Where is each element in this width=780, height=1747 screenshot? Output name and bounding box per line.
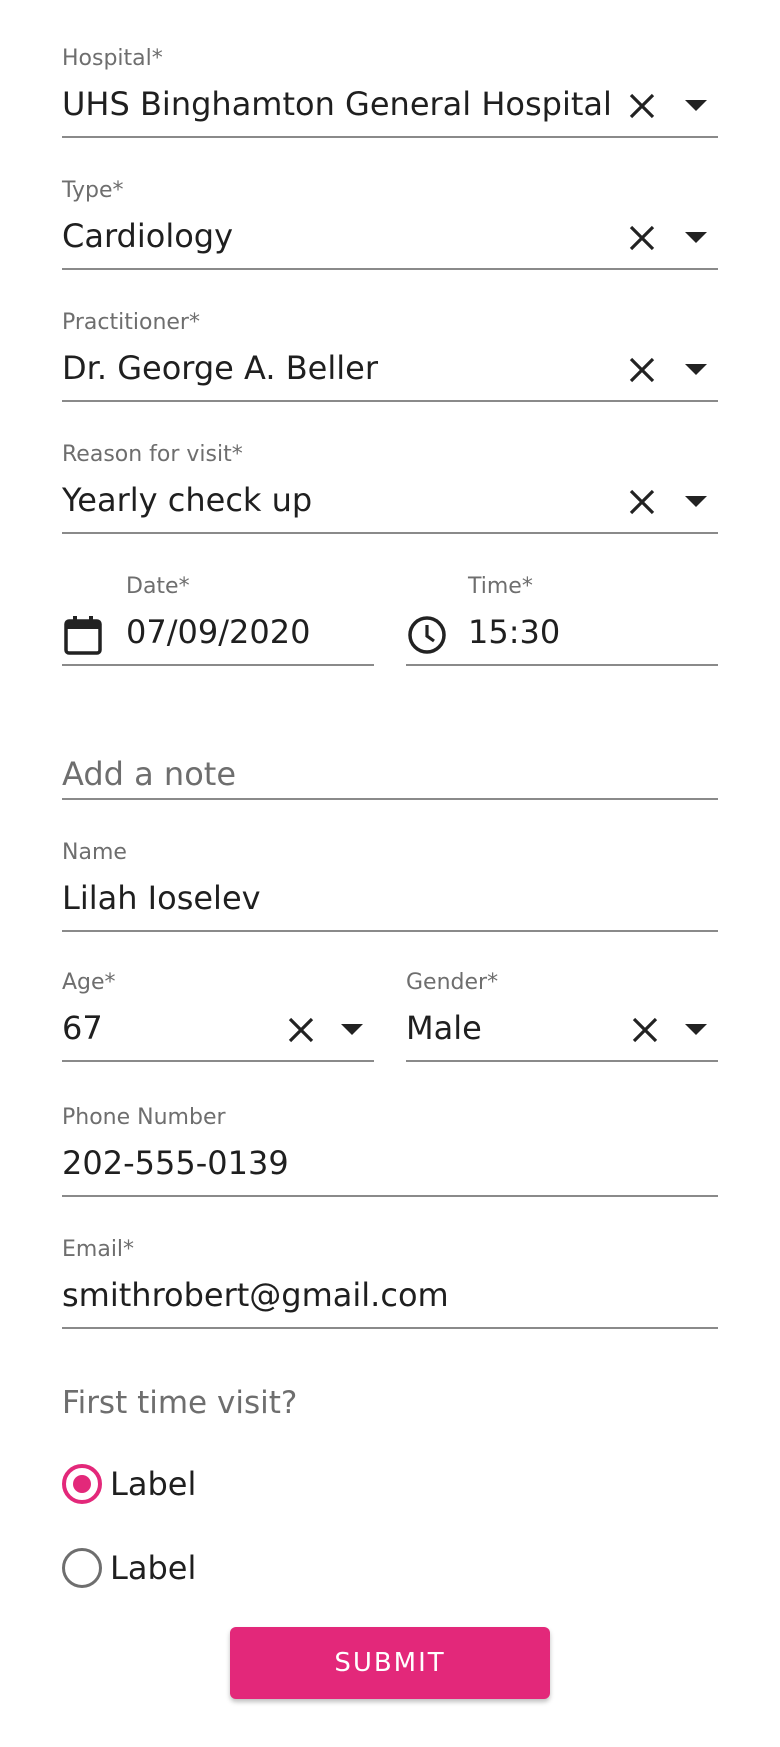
note-input[interactable]: Add a note xyxy=(62,754,718,802)
phone-underline xyxy=(62,1195,718,1197)
time-picker[interactable]: Time* 15:30 xyxy=(406,574,718,670)
age-label: Age* xyxy=(62,970,116,995)
time-underline xyxy=(406,664,718,666)
gender-underline xyxy=(406,1060,718,1062)
date-label: Date* xyxy=(126,574,190,599)
hospital-select[interactable]: Hospital* UHS Binghamton General Hospita… xyxy=(62,46,718,142)
caret-down-icon[interactable] xyxy=(341,1024,363,1035)
reason-underline xyxy=(62,532,718,534)
email-underline xyxy=(62,1327,718,1329)
name-label: Name xyxy=(62,840,127,865)
reason-label: Reason for visit* xyxy=(62,442,243,467)
age-select[interactable]: Age* 67 xyxy=(62,970,374,1066)
email-input[interactable]: Email* smithrobert@gmail.com xyxy=(62,1237,718,1333)
email-label: Email* xyxy=(62,1237,135,1262)
hospital-value: UHS Binghamton General Hospital xyxy=(62,85,612,123)
note-placeholder: Add a note xyxy=(62,755,236,793)
caret-down-icon[interactable] xyxy=(685,364,707,375)
type-select[interactable]: Type* Cardiology xyxy=(62,178,718,274)
practitioner-value: Dr. George A. Beller xyxy=(62,349,378,387)
time-label: Time* xyxy=(468,574,533,599)
radio-option-1-label: Label xyxy=(110,1465,197,1503)
caret-down-icon[interactable] xyxy=(685,232,707,243)
note-underline xyxy=(62,798,718,800)
date-picker[interactable]: Date* 07/09/2020 xyxy=(62,574,374,670)
submit-button[interactable]: SUBMIT xyxy=(230,1627,550,1699)
close-icon[interactable] xyxy=(627,91,657,121)
caret-down-icon[interactable] xyxy=(685,1024,707,1035)
gender-select[interactable]: Gender* Male xyxy=(406,970,718,1066)
age-value: 67 xyxy=(62,1009,103,1047)
hospital-label: Hospital* xyxy=(62,46,163,71)
clock-icon[interactable] xyxy=(406,614,448,656)
calendar-icon[interactable] xyxy=(62,614,104,656)
time-value: 15:30 xyxy=(468,613,561,651)
date-underline xyxy=(62,664,374,666)
close-icon[interactable] xyxy=(627,355,657,385)
caret-down-icon[interactable] xyxy=(685,496,707,507)
first-visit-question: First time visit? xyxy=(62,1385,298,1421)
type-value: Cardiology xyxy=(62,217,234,255)
reason-value: Yearly check up xyxy=(62,481,313,519)
close-icon[interactable] xyxy=(627,223,657,253)
close-icon[interactable] xyxy=(630,1015,660,1045)
phone-value: 202-555-0139 xyxy=(62,1144,289,1182)
radio-unselected-icon[interactable] xyxy=(62,1548,102,1588)
radio-option-2-label: Label xyxy=(110,1549,197,1587)
close-icon[interactable] xyxy=(286,1015,316,1045)
close-icon[interactable] xyxy=(627,487,657,517)
name-value: Lilah Ioselev xyxy=(62,879,261,917)
phone-input[interactable]: Phone Number 202-555-0139 xyxy=(62,1105,718,1201)
practitioner-label: Practitioner* xyxy=(62,310,200,335)
practitioner-select[interactable]: Practitioner* Dr. George A. Beller xyxy=(62,310,718,406)
date-value: 07/09/2020 xyxy=(126,613,311,651)
reason-select[interactable]: Reason for visit* Yearly check up xyxy=(62,442,718,538)
practitioner-underline xyxy=(62,400,718,402)
type-underline xyxy=(62,268,718,270)
gender-value: Male xyxy=(406,1009,482,1047)
name-input[interactable]: Name Lilah Ioselev xyxy=(62,840,718,936)
type-label: Type* xyxy=(62,178,124,203)
phone-label: Phone Number xyxy=(62,1105,226,1130)
radio-selected-icon[interactable] xyxy=(62,1464,102,1504)
hospital-underline xyxy=(62,136,718,138)
email-value: smithrobert@gmail.com xyxy=(62,1276,449,1314)
age-underline xyxy=(62,1060,374,1062)
name-underline xyxy=(62,930,718,932)
caret-down-icon[interactable] xyxy=(685,100,707,111)
gender-label: Gender* xyxy=(406,970,499,995)
